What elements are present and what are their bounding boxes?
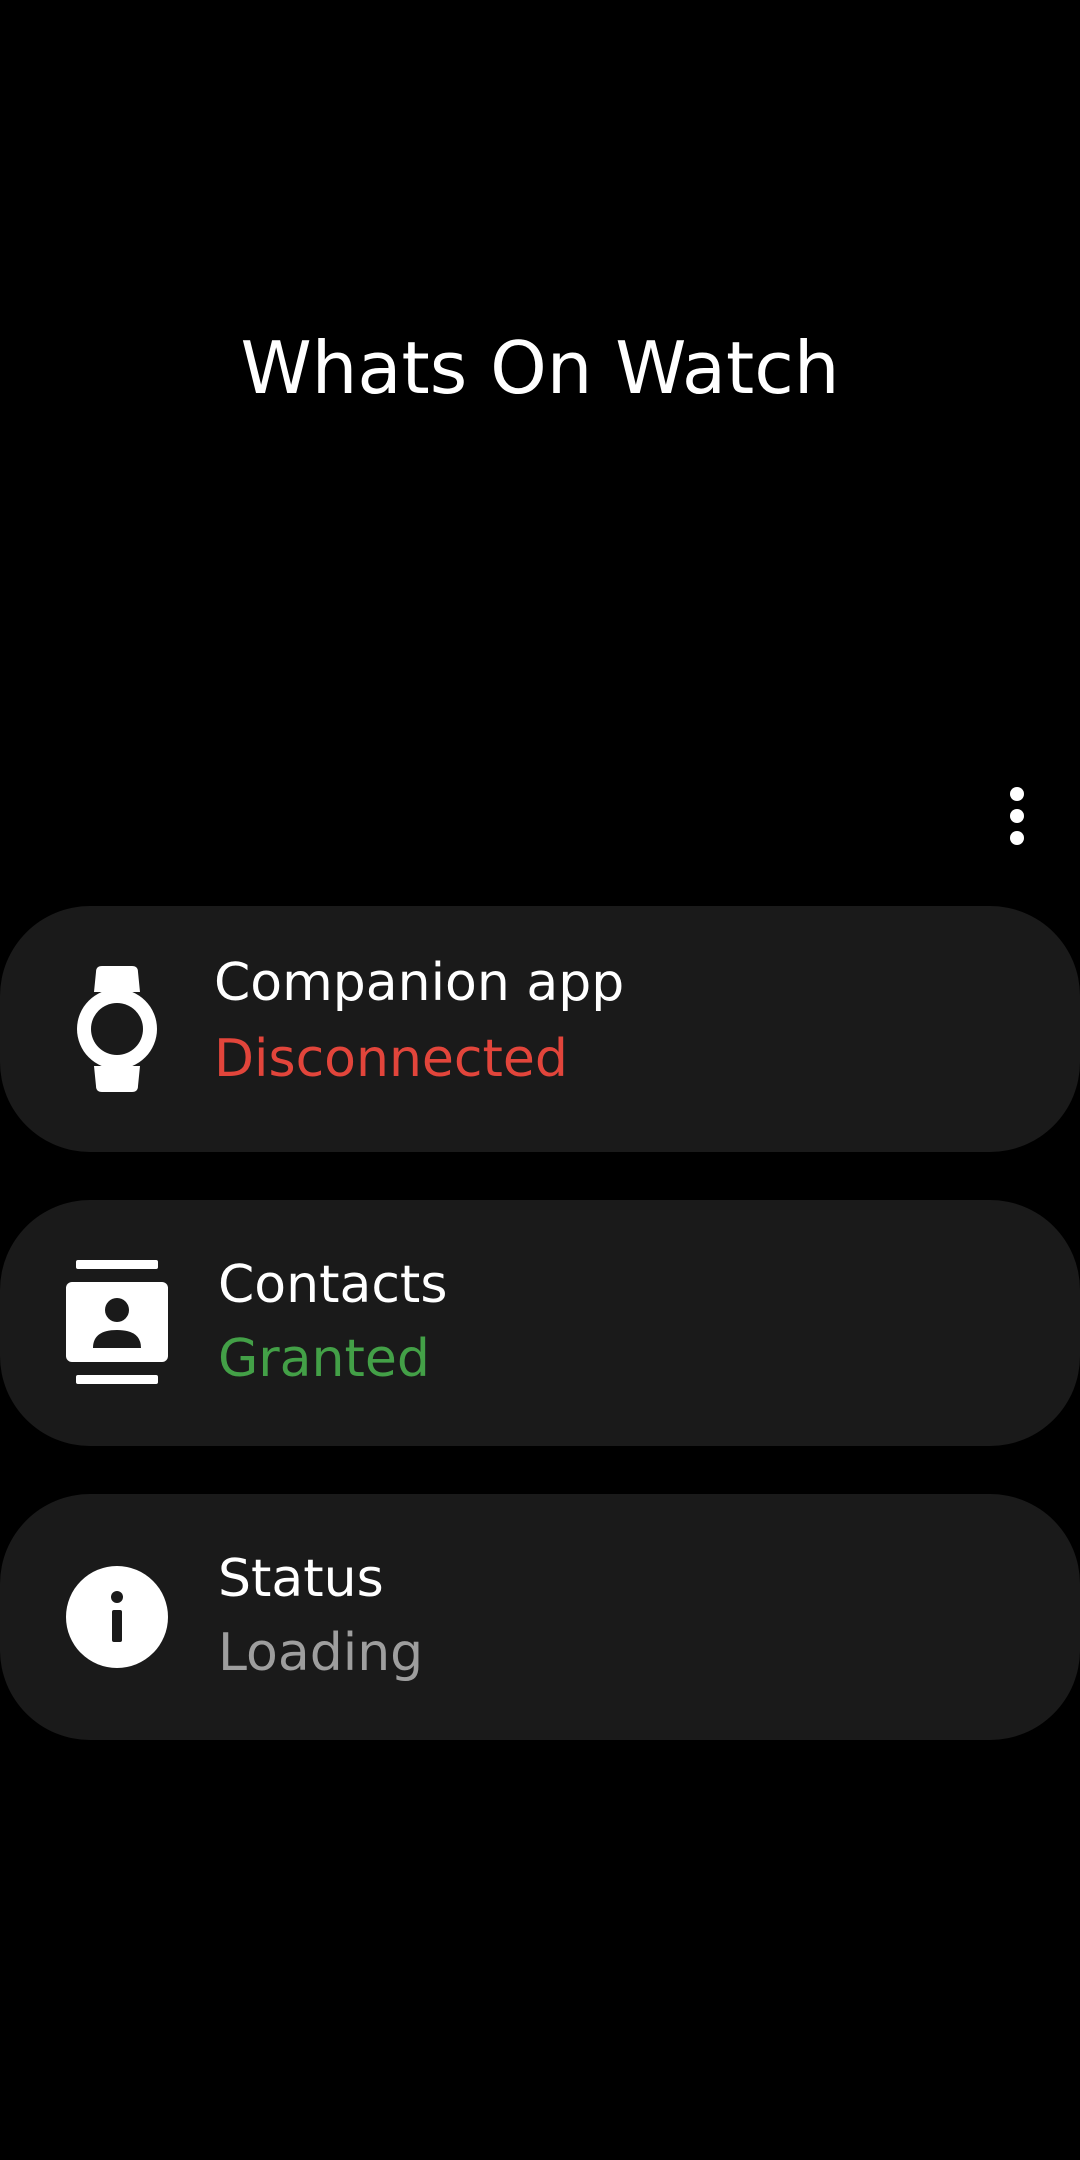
info-icon bbox=[66, 1566, 168, 1668]
status-card[interactable]: Status Loading bbox=[0, 1494, 1080, 1740]
more-vert-icon-dot bbox=[1010, 831, 1024, 845]
watch-icon bbox=[72, 966, 162, 1092]
companion-app-card[interactable]: Companion app Disconnected bbox=[0, 906, 1080, 1152]
more-vert-icon bbox=[1010, 787, 1024, 801]
more-vert-icon-dot bbox=[1010, 809, 1024, 823]
contacts-icon bbox=[66, 1260, 168, 1384]
companion-app-status: Disconnected bbox=[214, 1029, 568, 1089]
contacts-card[interactable]: Contacts Granted bbox=[0, 1200, 1080, 1446]
status-title: Status bbox=[218, 1549, 384, 1609]
contacts-status: Granted bbox=[218, 1329, 430, 1389]
app-title: Whats On Watch bbox=[240, 326, 840, 410]
companion-app-title: Companion app bbox=[214, 953, 625, 1013]
contacts-title: Contacts bbox=[218, 1255, 448, 1315]
status-value: Loading bbox=[218, 1623, 424, 1683]
more-options-button[interactable] bbox=[990, 780, 1044, 852]
